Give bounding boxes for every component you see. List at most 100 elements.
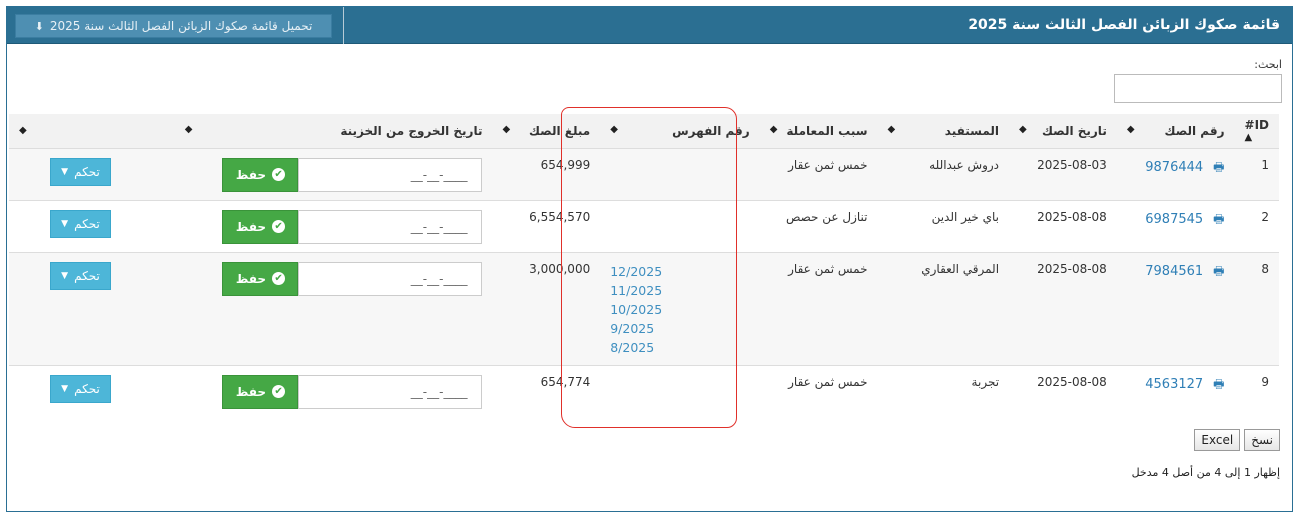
caret-down-icon: ▼ (61, 383, 69, 394)
download-list-button[interactable]: تحميل قائمة صكوك الزبائن الفصل الثالث سن… (15, 14, 332, 38)
excel-button[interactable]: Excel (1194, 429, 1241, 451)
caret-down-icon: ▼ (61, 218, 69, 229)
sort-icon: ◆ (1126, 123, 1135, 135)
cell-id: 1 (1234, 147, 1279, 200)
control-dropdown-button[interactable]: تحكم ▼ (50, 209, 111, 238)
index-link[interactable]: 12/2025 (610, 262, 749, 281)
index-link[interactable]: 11/2025 (610, 281, 749, 300)
control-label: تحكم (74, 164, 100, 179)
save-button[interactable]: ✔ حفظ (222, 374, 299, 409)
col-header-actions[interactable]: ◆ (9, 114, 175, 149)
cell-index: 12/2025 11/2025 10/2025 9/2025 8/2025 (600, 251, 760, 365)
exit-date-input[interactable]: __-__-____ (298, 261, 483, 296)
table-row: 8 🖶 7984561 2025-08-08 المرقي العقاري خمس ثمن… (9, 251, 1279, 365)
cell-exit-date: __-__-____ ✔ حفظ (174, 364, 493, 417)
copy-button[interactable]: نسخ (1244, 429, 1280, 451)
search-input[interactable] (1114, 74, 1282, 103)
cell-date: 2025-08-08 (1009, 251, 1117, 365)
check-number-link[interactable]: 6987545 (1145, 212, 1203, 227)
index-list: 12/2025 11/2025 10/2025 9/2025 8/2025 (610, 262, 749, 357)
col-header-index[interactable]: رقم الفهرس ◆ (600, 114, 760, 149)
col-header-amount[interactable]: مبلغ الصك ◆ (492, 114, 601, 149)
cell-amount: 6,554,570 (492, 199, 601, 252)
sort-asc-icon: ▲ (1244, 132, 1253, 144)
cell-actions: تحكم ▼ (9, 199, 175, 252)
cell-exit-date: __-__-____ ✔ حفظ (174, 199, 493, 252)
caret-down-icon: ▼ (61, 270, 69, 281)
cell-beneficiary: دروش عبدالله (877, 147, 1010, 200)
search-label: ابحث: (1254, 58, 1282, 71)
control-dropdown-button[interactable]: تحكم ▼ (50, 261, 111, 290)
col-header-id[interactable]: ID# ▲ (1234, 114, 1279, 149)
check-circle-icon: ✔ (272, 168, 286, 181)
save-label: حفظ (235, 384, 267, 399)
table-row: 2 🖶 6987545 2025-08-08 باي خير الدين تنازل عن… (9, 199, 1279, 252)
save-button[interactable]: ✔ حفظ (222, 157, 299, 192)
index-link[interactable]: 9/2025 (610, 319, 749, 338)
control-dropdown-button[interactable]: تحكم ▼ (50, 157, 111, 186)
page-title: قائمة صكوك الزبائن الفصل الثالث سنة 2025 (968, 17, 1280, 33)
control-label: تحكم (74, 216, 100, 231)
check-circle-icon: ✔ (272, 220, 286, 233)
save-label: حفظ (235, 167, 267, 182)
save-button[interactable]: ✔ حفظ (222, 209, 299, 244)
cell-reason: تنازل عن حصص (759, 199, 878, 252)
cell-exit-date: __-__-____ ✔ حفظ (174, 251, 493, 365)
table-row: 1 🖶 9876444 2025-08-03 دروش عبدالله خمس ثمن ع… (9, 147, 1279, 200)
cell-number: 🖶 4563127 (1116, 364, 1235, 417)
exit-date-input[interactable]: __-__-____ (298, 157, 483, 192)
cell-number: 🖶 7984561 (1116, 251, 1235, 365)
download-icon: ⬇ (34, 19, 44, 33)
cell-reason: خمس ثمن عقار (759, 147, 878, 200)
sort-icon: ◆ (184, 123, 193, 135)
cell-amount: 3,000,000 (492, 251, 601, 365)
print-icon[interactable]: 🖶 (1213, 160, 1224, 174)
cell-exit-date: __-__-____ ✔ حفظ (174, 147, 493, 200)
sort-icon: ◆ (887, 123, 896, 135)
col-header-reason[interactable]: سبب المعاملة ◆ (759, 114, 878, 149)
caret-down-icon: ▼ (61, 166, 69, 177)
cell-actions: تحكم ▼ (9, 364, 175, 417)
sort-icon: ◆ (19, 125, 27, 137)
export-tools: نسخ Excel (1194, 429, 1280, 451)
cell-date: 2025-08-08 (1009, 364, 1117, 417)
cell-index (600, 147, 760, 200)
print-icon[interactable]: 🖶 (1213, 377, 1224, 391)
check-number-link[interactable]: 7984561 (1145, 264, 1203, 279)
check-number-link[interactable]: 9876444 (1145, 160, 1203, 175)
download-label: تحميل قائمة صكوك الزبائن الفصل الثالث سن… (49, 19, 313, 33)
save-label: حفظ (235, 219, 267, 234)
cell-date: 2025-08-03 (1009, 147, 1117, 200)
exit-date-input[interactable]: __-__-____ (298, 374, 483, 409)
cell-beneficiary: تجربة (877, 364, 1010, 417)
sort-icon: ◆ (1019, 123, 1027, 135)
check-circle-icon: ✔ (272, 272, 286, 285)
col-header-beneficiary[interactable]: المستفيد ◆ (877, 114, 1010, 149)
cell-beneficiary: المرقي العقاري (877, 251, 1010, 365)
index-link[interactable]: 8/2025 (610, 338, 749, 357)
col-header-exit-date[interactable]: تاريخ الخروج من الخزينة ◆ (174, 114, 493, 149)
cell-id: 2 (1234, 199, 1279, 252)
sort-icon: ◆ (502, 123, 511, 135)
control-dropdown-button[interactable]: تحكم ▼ (50, 374, 111, 403)
col-header-date[interactable]: تاريخ الصك ◆ (1009, 114, 1117, 149)
control-label: تحكم (74, 381, 100, 396)
cell-beneficiary: باي خير الدين (877, 199, 1010, 252)
control-label: تحكم (74, 268, 100, 283)
cell-actions: تحكم ▼ (9, 251, 175, 365)
cell-number: 🖶 9876444 (1116, 147, 1235, 200)
save-label: حفظ (235, 271, 267, 286)
cell-reason: خمس ثمن عقار (759, 251, 878, 365)
sort-icon: ◆ (769, 123, 778, 135)
cell-actions: تحكم ▼ (9, 147, 175, 200)
cell-id: 9 (1234, 364, 1279, 417)
col-header-number[interactable]: رقم الصك ◆ (1116, 114, 1235, 149)
print-icon[interactable]: 🖶 (1213, 212, 1224, 226)
cell-id: 8 (1234, 251, 1279, 365)
print-icon[interactable]: 🖶 (1213, 264, 1224, 278)
check-number-link[interactable]: 4563127 (1145, 377, 1203, 392)
index-link[interactable]: 10/2025 (610, 300, 749, 319)
sort-icon: ◆ (610, 123, 618, 135)
save-button[interactable]: ✔ حفظ (222, 261, 299, 296)
exit-date-input[interactable]: __-__-____ (298, 209, 483, 244)
